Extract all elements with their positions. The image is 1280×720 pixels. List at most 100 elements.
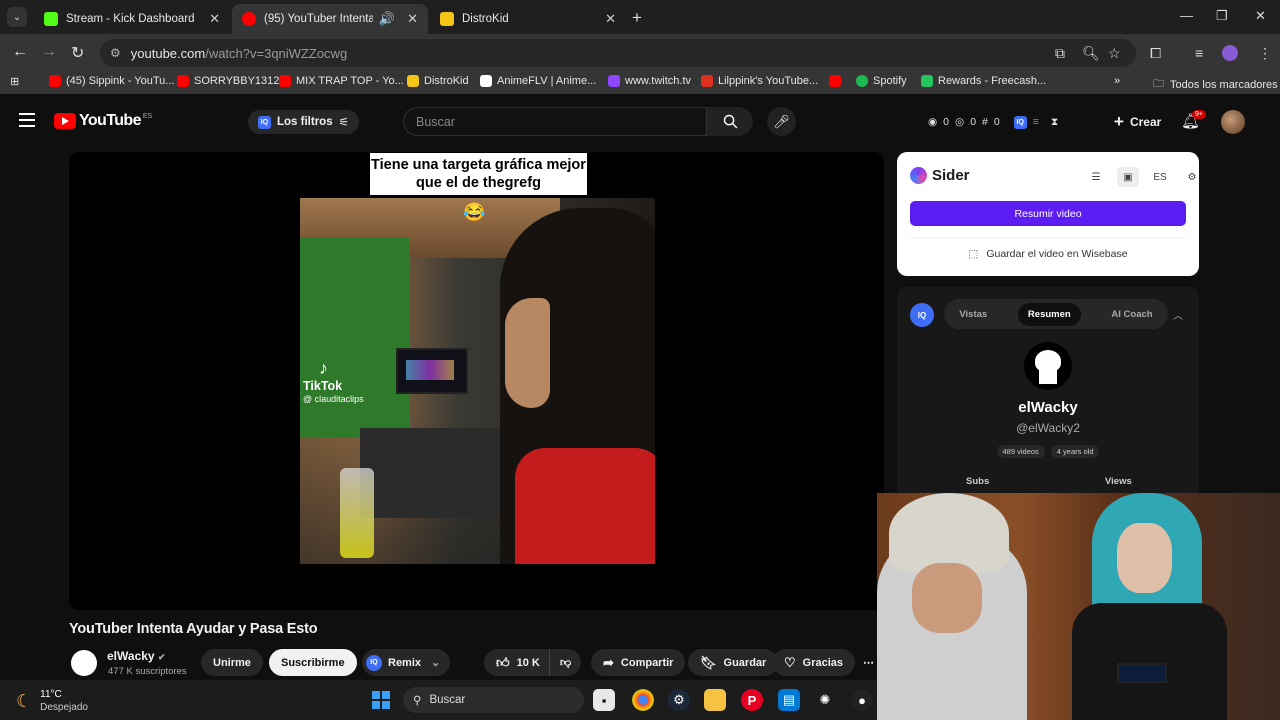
tab-search-button[interactable]: ⌄ [7, 7, 27, 27]
store-icon[interactable]: ▤ [778, 689, 800, 711]
tab-kick-dashboard[interactable]: Stream - Kick Dashboard ✕ [34, 4, 230, 34]
account-avatar[interactable] [1221, 110, 1245, 134]
voice-search-button[interactable]: 🎤︎ [767, 107, 796, 136]
filters-button[interactable]: IQ Los filtros ⚟ [248, 110, 359, 134]
maximize-icon[interactable]: ❐ [1216, 8, 1228, 24]
search-button[interactable] [707, 107, 753, 136]
tab-distrokid[interactable]: DistroKid ✕ [430, 4, 626, 34]
iq-icon[interactable]: IQ [1013, 115, 1027, 129]
close-tab-icon[interactable]: ✕ [605, 11, 616, 27]
speaker-icon[interactable]: 🔊 [379, 11, 395, 27]
remix-button[interactable]: IQ Remix ⌄ [362, 649, 451, 676]
menu-kebab-icon[interactable]: ⋮ [1258, 45, 1272, 62]
all-bookmarks-folder[interactable]: 🗀 Todos los marcadores [1153, 75, 1278, 94]
share-button[interactable]: ➦ Compartir [591, 649, 686, 676]
minimize-icon[interactable]: — [1180, 8, 1193, 23]
image-view-icon[interactable]: ▣ [1117, 167, 1139, 187]
new-tab-icon[interactable]: + [632, 8, 642, 28]
weather-widget[interactable]: ☾ 11°C Despejado [16, 688, 88, 714]
reload-icon[interactable]: ↻ [71, 43, 84, 63]
browser-tabstrip: ⌄ Stream - Kick Dashboard ✕ (95) YouTube… [0, 0, 1280, 34]
windows-taskbar: ☾ 11°C Despejado ⚲ Buscar ▪ ⚙ P ▤ ✺ ● [0, 680, 877, 720]
summarize-video-button[interactable]: Resumir video [910, 201, 1186, 226]
bookmark-item[interactable]: Rewards - Freecash... [921, 75, 1046, 87]
close-tab-icon[interactable]: ✕ [407, 11, 418, 27]
channel-name[interactable]: elWacky ✔ [107, 649, 165, 663]
language-toggle[interactable]: ES [1149, 167, 1171, 187]
channel-avatar[interactable] [71, 650, 97, 676]
collapse-chevron-icon[interactable]: ︿ [1173, 307, 1183, 322]
weather-condition: Despejado [40, 702, 88, 713]
bookmark-item[interactable]: MIX TRAP TOP - Yo... [279, 75, 404, 87]
webcam-face-left [912, 563, 982, 633]
close-window-icon[interactable]: ✕ [1255, 8, 1266, 24]
bookmark-item[interactable]: DistroKid [407, 75, 469, 87]
bookmark-label: AnimeFLV | Anime... [497, 75, 597, 87]
moon-weather-icon: ☾ [16, 690, 33, 711]
iq-logo-icon: IQ [910, 303, 934, 327]
steam-icon[interactable]: ⚙ [668, 689, 690, 711]
create-button[interactable]: + Crear [1104, 108, 1171, 136]
tab-vistas[interactable]: Vistas [959, 309, 987, 320]
chatgpt-icon[interactable]: ✺ [814, 689, 836, 711]
tab-resumen[interactable]: Resumen [1017, 302, 1081, 326]
thanks-button[interactable]: ♡ Gracias [772, 649, 856, 676]
youtube-icon [49, 75, 61, 87]
join-button[interactable]: Unirme [201, 649, 263, 676]
search-input[interactable]: Buscar [403, 107, 707, 136]
thumbs-down-icon: 👎︎ [560, 657, 572, 669]
bookmark-item[interactable]: www.twitch.tv [608, 75, 691, 87]
list-view-icon[interactable]: ☰ [1085, 167, 1107, 187]
filters-label: Los filtros [277, 116, 333, 128]
subscribe-button[interactable]: Suscribirme [269, 649, 357, 676]
chart-icon [701, 75, 713, 87]
bookmark-label: Spotify [873, 75, 907, 87]
video-player[interactable]: Tiene una targeta gráfica mejor que el d… [69, 152, 884, 610]
thumbs-up-icon: 👍︎ [496, 654, 510, 670]
taskbar-search[interactable]: ⚲ Buscar [403, 687, 584, 713]
site-info-icon[interactable]: ⚙ [110, 46, 121, 60]
bookmark-item[interactable] [829, 75, 846, 87]
zoom-icon[interactable]: 🔍︎ [1082, 45, 1100, 62]
bookmark-item[interactable]: AnimeFLV | Anime... [480, 75, 596, 87]
save-button[interactable]: 🔖︎ Guardar [688, 649, 779, 676]
youtube-logo[interactable]: YouTube ES [54, 112, 152, 130]
address-bar[interactable]: ⚙ youtube.com/watch?v=3qniWZZocwg [100, 39, 1136, 67]
list-icon[interactable]: ≡ [1033, 116, 1039, 128]
bookmark-star-icon[interactable]: ☆ [1108, 45, 1121, 62]
bookmark-item[interactable]: SORRYBBY1312 [177, 75, 279, 87]
more-bookmarks-icon[interactable]: » [1114, 75, 1120, 87]
media-control-icon[interactable]: ≡ [1195, 45, 1203, 61]
chrome-icon[interactable] [632, 689, 654, 711]
apps-grid-icon[interactable]: ⊞ [10, 75, 19, 88]
menu-icon[interactable] [19, 113, 35, 127]
like-button[interactable]: 👍︎ 10 K [484, 649, 550, 676]
pinterest-icon[interactable]: P [741, 689, 763, 711]
taskbar-search-label: Buscar [429, 694, 466, 706]
youtube-header: YouTube ES IQ Los filtros ⚟ Buscar 🎤︎ ◉ 0… [0, 100, 1280, 144]
iq-tabs: Vistas Resumen AI Coach [944, 299, 1168, 329]
save-to-wisebase-button[interactable]: ⬚ Guardar el video en Wisebase [910, 237, 1186, 262]
dislike-button[interactable]: 👎︎ [549, 649, 582, 676]
bookmark-item[interactable]: Spotify [856, 75, 907, 87]
back-icon[interactable]: ← [12, 43, 28, 61]
tab-youtube[interactable]: (95) YouTuber Intenta Ayud 🔊 ✕ [232, 4, 428, 34]
install-app-icon[interactable]: ⧉ [1055, 45, 1065, 62]
file-explorer-icon[interactable] [704, 689, 726, 711]
windows-start-icon[interactable] [372, 691, 390, 709]
forward-icon[interactable]: → [41, 43, 57, 61]
profile-icon[interactable] [1222, 45, 1238, 61]
tab-ai-coach[interactable]: AI Coach [1111, 309, 1152, 320]
hourglass-icon[interactable]: ⧗ [1051, 116, 1058, 129]
close-tab-icon[interactable]: ✕ [209, 11, 220, 27]
video-scene-greenscreen [300, 238, 410, 438]
bookmark-item[interactable]: (45) Sippink - YouTu... [49, 75, 174, 87]
obs-icon[interactable]: ● [851, 689, 873, 711]
settings-icon[interactable]: ⚙ [1181, 167, 1203, 187]
task-view-icon[interactable]: ▪ [593, 689, 615, 711]
iq-stats-bar[interactable]: ◉ 0 ◎ 0 #0 IQ ≡ ⧗ [928, 110, 1058, 134]
create-label: Crear [1129, 115, 1162, 129]
laughing-emoji-icon: 😂 [463, 202, 486, 222]
extensions-icon[interactable]: ⧠ [1150, 45, 1161, 62]
bookmark-item[interactable]: Lilppink's YouTube... [701, 75, 818, 87]
